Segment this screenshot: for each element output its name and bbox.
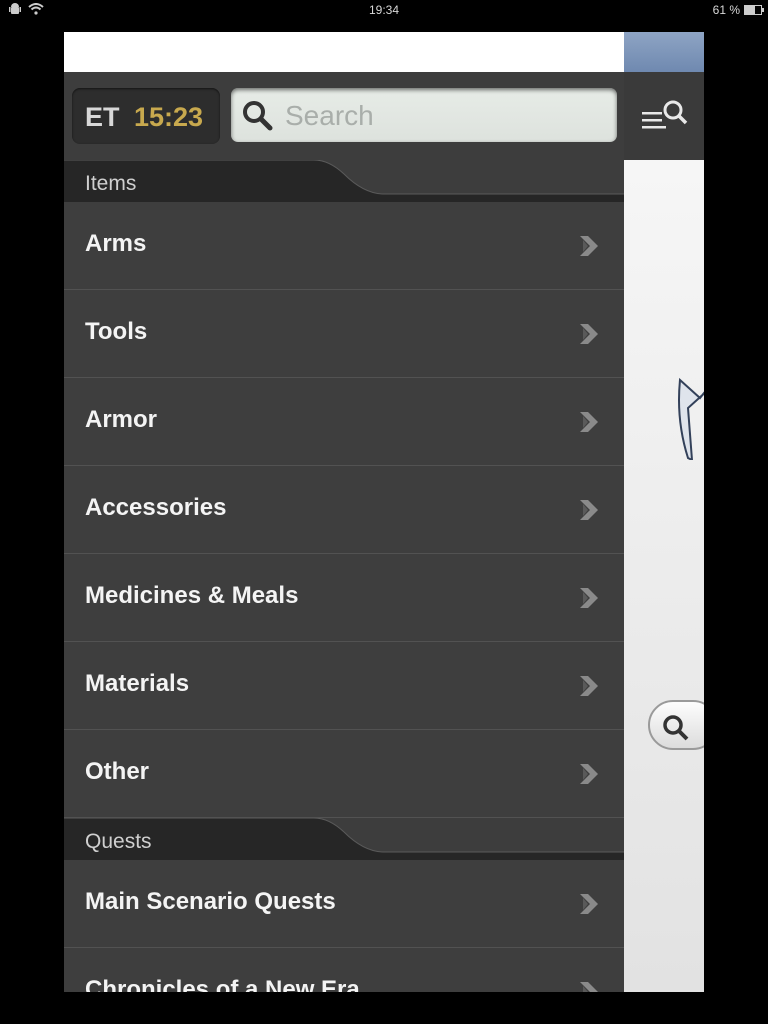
navigation-panel: ET 15:23 Search Items Arms Tools Armor Acces…	[64, 72, 624, 992]
list-item[interactable]: Armor	[64, 378, 624, 466]
disclosure-chevron-icon	[578, 760, 600, 793]
list-item[interactable]: Accessories	[64, 466, 624, 554]
list-item[interactable]: Medicines & Meals	[64, 554, 624, 642]
list-item-label: Medicines & Meals	[85, 582, 299, 609]
section-title: Quests	[85, 830, 152, 853]
right-content	[624, 160, 704, 992]
et-label: ET	[85, 102, 120, 132]
list-item-label: Main Scenario Quests	[85, 888, 336, 915]
list-item-label: Chronicles of a New Era	[85, 976, 360, 992]
list-item[interactable]: Materials	[64, 642, 624, 730]
app-window: ET 15:23 Search Items Arms Tools Armor Acces…	[64, 32, 704, 992]
list-item-label: Accessories	[85, 494, 227, 521]
disclosure-chevron-icon	[578, 890, 600, 923]
list-item[interactable]: Tools	[64, 290, 624, 378]
list-search-icon	[642, 100, 688, 129]
disclosure-chevron-icon	[578, 584, 600, 617]
eorzea-time-display: ET 15:23	[72, 88, 220, 144]
battery-fill	[745, 6, 755, 14]
battery-icon	[744, 5, 764, 15]
list-item[interactable]: Arms	[64, 202, 624, 290]
disclosure-chevron-icon	[578, 232, 600, 265]
list-item-label: Armor	[85, 406, 158, 433]
section-title: Items	[85, 172, 137, 195]
search-icon	[243, 101, 273, 131]
section-header-items: Items	[64, 160, 624, 202]
panel-header: ET 15:23 Search	[64, 72, 624, 160]
status-right: 61 %	[712, 3, 764, 17]
disclosure-chevron-icon	[578, 320, 600, 353]
status-bar: 19:34 61 %	[0, 0, 768, 20]
section-tab-shape	[64, 160, 624, 202]
battery-text: 61 %	[712, 3, 740, 17]
section-header-quests: Quests	[64, 818, 624, 860]
status-time: 19:34	[368, 3, 400, 17]
list-item[interactable]: Chronicles of a New Era	[64, 948, 624, 992]
list-item-label: Arms	[85, 230, 147, 257]
logo-partial-icon	[678, 330, 704, 465]
top-bar	[64, 32, 624, 72]
et-time: 15:23	[134, 102, 204, 132]
right-pane-header	[624, 32, 704, 72]
list-item-label: Materials	[85, 670, 190, 697]
magnifier-icon	[663, 715, 689, 741]
right-toolbar	[624, 72, 704, 161]
list-item-label: Tools	[85, 318, 148, 345]
disclosure-chevron-icon	[578, 496, 600, 529]
list-item[interactable]: Main Scenario Quests	[64, 860, 624, 948]
menu-search-button[interactable]	[638, 98, 690, 134]
disclosure-chevron-icon	[578, 408, 600, 441]
search-input[interactable]: Search	[231, 88, 617, 142]
list-item[interactable]: Other	[64, 730, 624, 818]
floating-search-button[interactable]	[648, 700, 704, 750]
list-item-label: Other	[85, 758, 150, 785]
disclosure-chevron-icon	[578, 672, 600, 705]
search-placeholder: Search	[285, 100, 374, 131]
disclosure-chevron-icon	[578, 978, 600, 992]
